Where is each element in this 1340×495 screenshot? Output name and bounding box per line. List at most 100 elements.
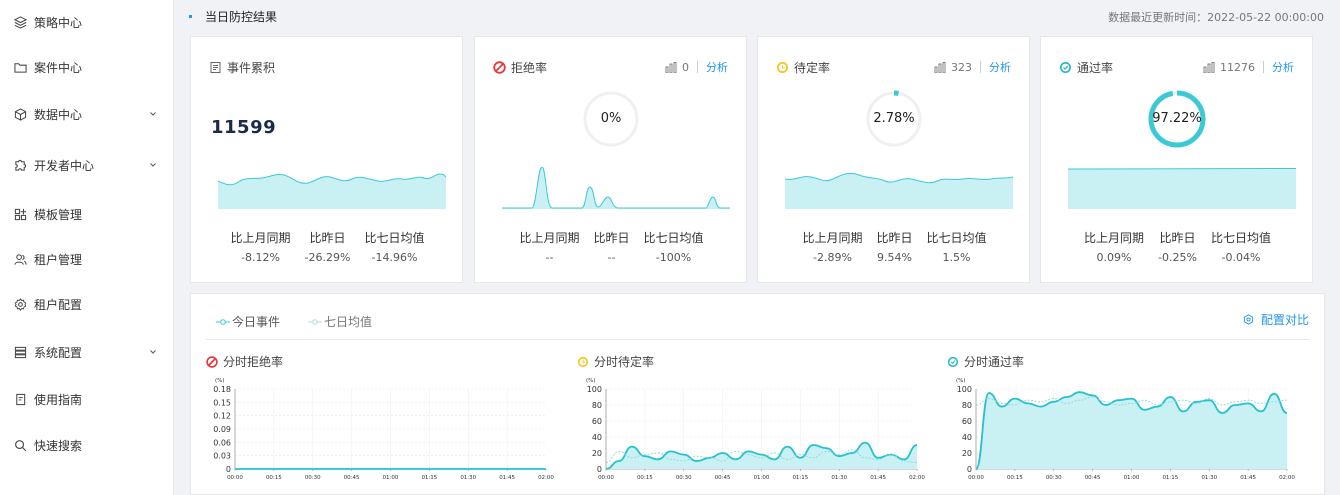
card-count: 11276: [1220, 60, 1255, 74]
chart-title-label: 分时拒绝率: [223, 355, 284, 369]
stat-week-avg: 比七日均值 -100%: [644, 229, 704, 264]
legend-line-icon: [308, 318, 323, 325]
sidebar-item-label: 策略中心: [34, 15, 83, 30]
stat-label: 比七日均值: [926, 231, 987, 245]
stat-value: --: [545, 251, 554, 264]
chart-title-pending: 分时待定率: [577, 353, 654, 370]
sidebar-item-quick-search[interactable]: 快速搜索: [0, 427, 174, 463]
x-tick-label: 01:30: [1201, 475, 1217, 481]
book-icon: [13, 392, 27, 406]
hourly-pass-chart: (%)100 80 60 40 20 000:00 00:15 00:30 00:45 01:00…: [956, 378, 1295, 481]
sidebar-item-case-center[interactable]: 案件中心: [0, 49, 174, 85]
x-tick-label: 00:30: [305, 475, 321, 481]
event-total-value: 11599: [211, 117, 277, 138]
pass-percent: 97.22%: [1152, 111, 1202, 126]
stat-value: 0.09%: [1096, 251, 1132, 264]
x-tick-label: 01:15: [421, 475, 437, 481]
sidebar-item-label: 快速搜索: [34, 438, 83, 453]
sidebar-item-tenant-config[interactable]: 租户配置: [0, 286, 174, 322]
x-tick-label: 01:15: [792, 475, 808, 481]
sidebar-item-label: 开发者中心: [34, 158, 95, 173]
config-compare-label: 配置对比: [1260, 313, 1309, 327]
config-compare-button[interactable]: 配置对比: [1243, 311, 1309, 328]
sidebar-item-label: 租户配置: [34, 297, 83, 312]
sidebar-item-label: 系统配置: [34, 345, 83, 360]
card-title: 拒绝率: [511, 61, 548, 75]
clock-icon: [776, 61, 789, 74]
folder-icon: [13, 60, 27, 74]
card-stats: 比上月同期 0.09% 比昨日 -0.25% 比七日均值 -0.04%: [1041, 229, 1314, 264]
sidebar-item-label: 案件中心: [34, 60, 83, 75]
stat-yesterday: 比昨日 -26.29%: [305, 229, 351, 264]
pass-ring: 97.22%: [1147, 89, 1207, 149]
y-tick-label: 0.15: [213, 398, 231, 407]
sidebar-item-user-guide[interactable]: 使用指南: [0, 381, 174, 417]
settings-icon: [1243, 314, 1254, 325]
legend-today-events[interactable]: 今日事件: [216, 313, 280, 330]
legend-seven-day-avg[interactable]: 七日均值: [308, 313, 372, 330]
x-tick-label: 00:00: [968, 475, 984, 481]
sidebar-item-label: 模板管理: [34, 207, 83, 222]
users-icon: [13, 252, 27, 266]
stat-label: 比上月同期: [1084, 231, 1145, 245]
y-tick-label: 40: [962, 433, 972, 442]
stat-month: 比上月同期 0.09%: [1084, 229, 1144, 264]
sidebar-item-label: 数据中心: [34, 107, 83, 122]
stat-label: 比七日均值: [364, 231, 425, 245]
bar-chart-icon: [665, 61, 677, 73]
y-axis-unit: (%): [586, 378, 596, 384]
puzzle-icon: [13, 158, 27, 172]
chart-title-pass: 分时通过率: [947, 353, 1024, 370]
x-tick-label: 01:00: [383, 475, 399, 481]
sidebar-item-template-management[interactable]: 模板管理: [0, 196, 174, 232]
card-header: 拒绝率: [493, 59, 547, 76]
stat-label: 比昨日: [593, 231, 630, 245]
bar-chart-icon: [1203, 61, 1215, 73]
sidebar-item-label: 使用指南: [34, 392, 83, 407]
x-tick-label: 00:00: [227, 475, 243, 481]
y-tick-label: 60: [962, 417, 972, 426]
main-content: 当日防控结果 数据最近更新时间：2022-05-22 00:00:00 事件累积…: [175, 0, 1340, 495]
x-tick-label: 01:00: [754, 475, 770, 481]
chevron-down-icon: [150, 112, 156, 116]
template-icon: [13, 207, 27, 221]
stat-value: -14.96%: [371, 251, 418, 264]
y-tick-label: 60: [592, 417, 602, 426]
stat-yesterday: 比昨日 --: [593, 229, 629, 264]
stat-value: --: [607, 251, 616, 264]
check-circle-icon: [1059, 61, 1072, 74]
legend-label: 今日事件: [232, 315, 281, 329]
update-time: 数据最近更新时间：2022-05-22 00:00:00: [1108, 11, 1324, 24]
stat-label: 比昨日: [876, 231, 913, 245]
check-circle-icon: [947, 356, 959, 368]
forbidden-icon: [493, 61, 506, 74]
card-pending-rate: 待定率 323 分析 2.78% 比上月同期 -2.89% 比昨日 9.54% 比七…: [757, 36, 1030, 283]
search-icon: [13, 438, 27, 452]
x-tick-label: 01:45: [499, 475, 515, 481]
analyze-link[interactable]: 分析: [706, 59, 728, 75]
y-axis-unit: (%): [956, 378, 966, 384]
y-tick-label: 0.09: [213, 425, 231, 434]
y-tick-label: 0: [597, 465, 602, 474]
y-tick-label: 80: [962, 401, 972, 410]
stat-value: -8.12%: [241, 251, 280, 264]
chart-legend: 今日事件 七日均值: [216, 313, 400, 330]
card-reject-rate: 拒绝率 0 分析 0% 比上月同期 -- 比昨日 -- 比七日均值 -100%: [474, 36, 747, 283]
stat-label: 比七日均值: [1210, 231, 1271, 245]
analyze-link[interactable]: 分析: [1272, 59, 1294, 75]
sidebar-item-tenant-management[interactable]: 租户管理: [0, 241, 174, 277]
stat-value: -0.04%: [1221, 251, 1261, 264]
sidebar-item-data-center[interactable]: 数据中心: [0, 96, 174, 132]
x-tick-label: 00:15: [1007, 475, 1023, 481]
analyze-link[interactable]: 分析: [989, 59, 1011, 75]
chart-title-reject: 分时拒绝率: [206, 353, 283, 370]
sidebar-item-strategy-center[interactable]: 策略中心: [0, 4, 174, 40]
card-count: 323: [951, 60, 972, 74]
sidebar-item-system-config[interactable]: 系统配置: [0, 334, 174, 370]
stat-week-avg: 比七日均值 1.5%: [927, 229, 987, 264]
stat-label: 比上月同期: [802, 231, 863, 245]
sidebar-item-developer-center[interactable]: 开发者中心: [0, 147, 174, 183]
stat-label: 比昨日: [1159, 231, 1196, 245]
y-tick-label: 20: [962, 449, 972, 458]
cube-icon: [13, 107, 27, 121]
